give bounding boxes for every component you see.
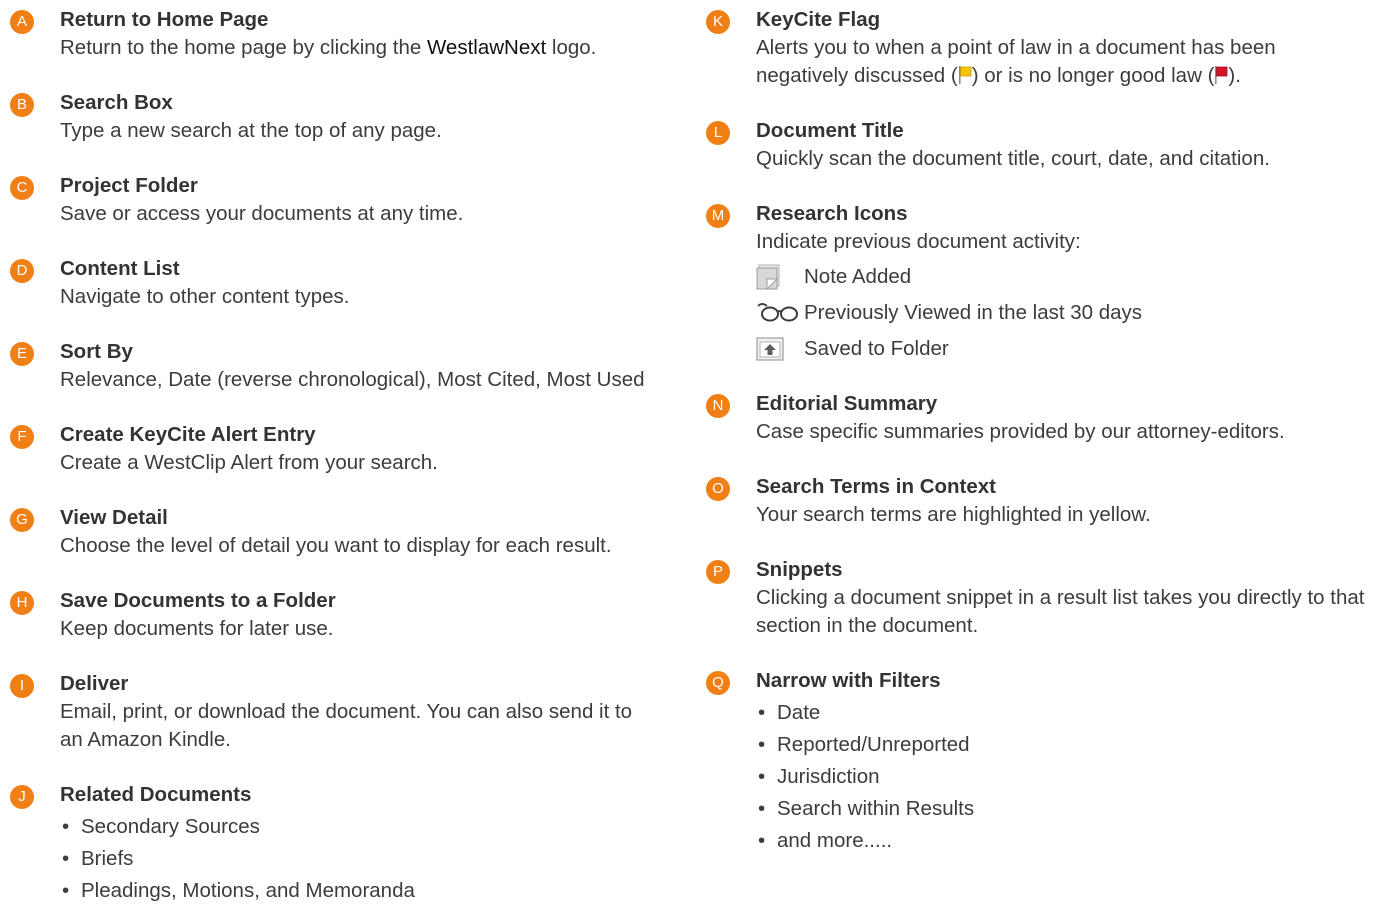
item-title: Research Icons bbox=[756, 202, 908, 225]
letter-badge: Q bbox=[706, 671, 730, 695]
item-description: Relevance, Date (reverse chronological),… bbox=[60, 368, 645, 391]
westlawnext-brand: WestlawNext bbox=[426, 36, 547, 59]
letter-badge: L bbox=[706, 121, 730, 145]
item-description: Create a WestClip Alert from your search… bbox=[60, 451, 438, 474]
letter-badge: B bbox=[10, 93, 34, 117]
letter-badge: H bbox=[10, 591, 34, 615]
item-title: Return to Home Page bbox=[60, 8, 269, 31]
item-description: Email, print, or download the document. … bbox=[60, 700, 633, 751]
bullet-list: • Date • Reported/Unreported • Jurisdiction… bbox=[756, 697, 974, 857]
letter-badge: G bbox=[10, 508, 34, 532]
item-description: Keep documents for later use. bbox=[60, 617, 334, 640]
list-item: • Reported/Unreported bbox=[758, 733, 970, 756]
item-description: Choose the level of detail you want to d… bbox=[60, 534, 612, 557]
yellow-flag-icon bbox=[958, 66, 972, 84]
note-added-icon bbox=[756, 264, 780, 290]
item-title: Search Terms in Context bbox=[756, 475, 996, 498]
letter-badge: O bbox=[706, 477, 730, 501]
list-item: • Secondary Sources bbox=[62, 815, 260, 838]
item-description: Quickly scan the document title, court, … bbox=[756, 147, 1270, 170]
item-description: Clicking a document snippet in a result … bbox=[756, 586, 1365, 637]
item-title: Save Documents to a Folder bbox=[60, 589, 336, 612]
list-item: • Jurisdiction bbox=[758, 765, 880, 788]
bullet-list: • Secondary Sources • Briefs • Pleadings, M… bbox=[60, 811, 415, 907]
item-title: View Detail bbox=[60, 506, 168, 529]
item-description: Case specific summaries provided by our … bbox=[756, 420, 1285, 443]
item-title: Related Documents bbox=[60, 783, 252, 806]
item-title: Create KeyCite Alert Entry bbox=[60, 423, 316, 446]
item-description: Indicate previous document activity: bbox=[756, 230, 1081, 253]
letter-badge: A bbox=[10, 10, 34, 34]
item-title: Search Box bbox=[60, 91, 173, 114]
letter-badge: M bbox=[706, 204, 730, 228]
item-description: Type a new search at the top of any page… bbox=[60, 119, 442, 142]
item-title: KeyCite Flag bbox=[756, 8, 881, 31]
item-description: Your search terms are highlighted in yel… bbox=[756, 503, 1151, 526]
letter-badge: P bbox=[706, 560, 730, 584]
item-description: Return to the home page by clicking the … bbox=[60, 36, 597, 59]
letter-badge: I bbox=[10, 674, 34, 698]
item-title: Editorial Summary bbox=[756, 392, 938, 415]
saved-folder-icon bbox=[756, 337, 784, 361]
item-description: Navigate to other content types. bbox=[60, 285, 350, 308]
item-title: Snippets bbox=[756, 558, 843, 581]
letter-badge: E bbox=[10, 342, 34, 366]
letter-badge: K bbox=[706, 10, 730, 34]
list-item: • Date bbox=[758, 701, 821, 724]
letter-badge: C bbox=[10, 176, 34, 200]
item-description: Save or access your documents at any tim… bbox=[60, 202, 464, 225]
red-flag-icon bbox=[1215, 66, 1228, 84]
letter-badge: J bbox=[10, 785, 34, 809]
letter-badge: F bbox=[10, 425, 34, 449]
letter-badge: D bbox=[10, 259, 34, 283]
letter-badge: N bbox=[706, 394, 730, 418]
item-title: Sort By bbox=[60, 340, 133, 363]
item-title: Narrow with Filters bbox=[756, 669, 941, 692]
list-item: • Pleadings, Motions, and Memoranda bbox=[62, 879, 415, 902]
item-title: Project Folder bbox=[60, 174, 198, 197]
list-item: • and more..... bbox=[758, 829, 893, 852]
item-title: Document Title bbox=[756, 119, 904, 142]
glasses-icon bbox=[757, 303, 798, 322]
item-title: Content List bbox=[60, 257, 180, 280]
item-title: Deliver bbox=[60, 672, 129, 695]
item-description: Alerts you to when a point of law in a d… bbox=[756, 36, 1276, 87]
list-item: • Search within Results bbox=[758, 797, 975, 820]
list-item: • Briefs bbox=[62, 847, 134, 870]
